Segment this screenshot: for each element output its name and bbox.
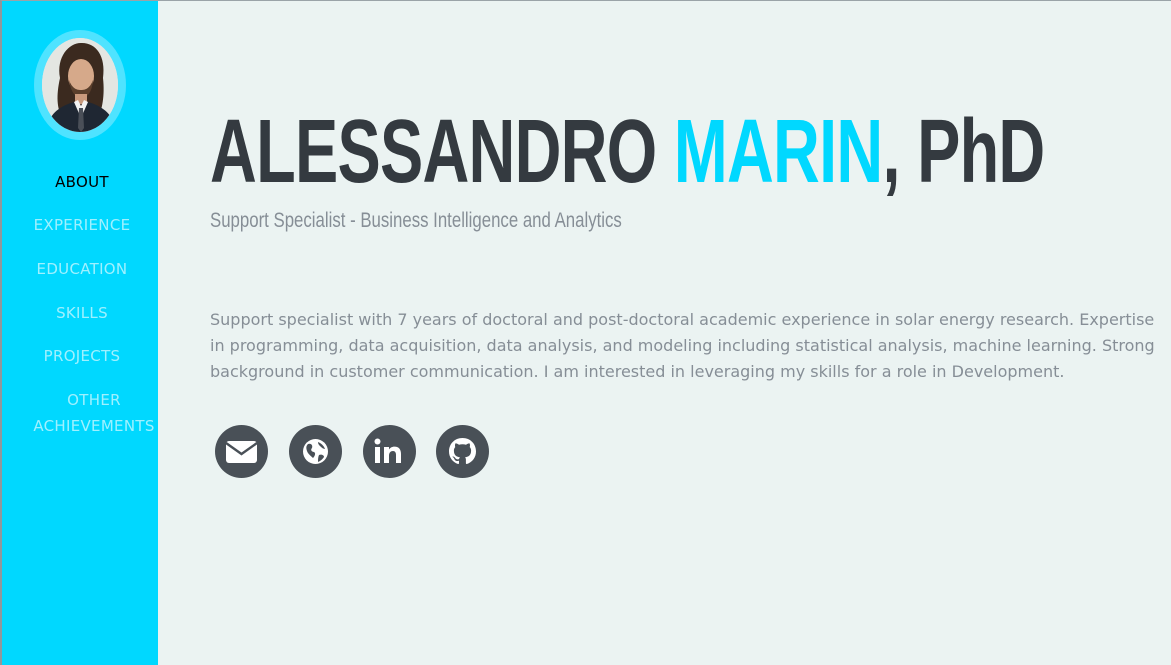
- nav-item-experience[interactable]: EXPERIENCE: [2, 212, 162, 238]
- subtitle: Support Specialist - Business Intelligen…: [210, 209, 622, 232]
- nav-item-about[interactable]: ABOUT: [2, 169, 162, 195]
- name-suffix: , PhD: [882, 102, 1046, 202]
- nav-item-other-achievements[interactable]: OTHER ACHIEVEMENTS: [14, 387, 174, 439]
- github-icon: [449, 438, 476, 465]
- linkedin-icon: [374, 438, 401, 463]
- nav-item-skills[interactable]: SKILLS: [2, 300, 162, 326]
- nav-item-projects[interactable]: PROJECTS: [2, 343, 162, 369]
- page-title: ALESSANDRO MARIN, PhD: [210, 97, 1045, 207]
- page: ABOUT EXPERIENCE EDUCATION SKILLS PROJEC…: [0, 0, 1171, 665]
- email-button[interactable]: [215, 425, 268, 478]
- nav-item-education[interactable]: EDUCATION: [2, 256, 162, 282]
- github-button[interactable]: [436, 425, 489, 478]
- summary-text: Support specialist with 7 years of docto…: [210, 310, 1155, 381]
- first-name: ALESSANDRO: [210, 102, 657, 202]
- sidebar: ABOUT EXPERIENCE EDUCATION SKILLS PROJEC…: [2, 1, 158, 665]
- avatar[interactable]: [42, 38, 118, 132]
- website-button[interactable]: [289, 425, 342, 478]
- profile-photo: [42, 38, 118, 132]
- last-name: MARIN: [673, 102, 883, 202]
- linkedin-button[interactable]: [363, 425, 416, 478]
- globe-icon: [303, 439, 328, 464]
- envelope-icon: [225, 441, 258, 463]
